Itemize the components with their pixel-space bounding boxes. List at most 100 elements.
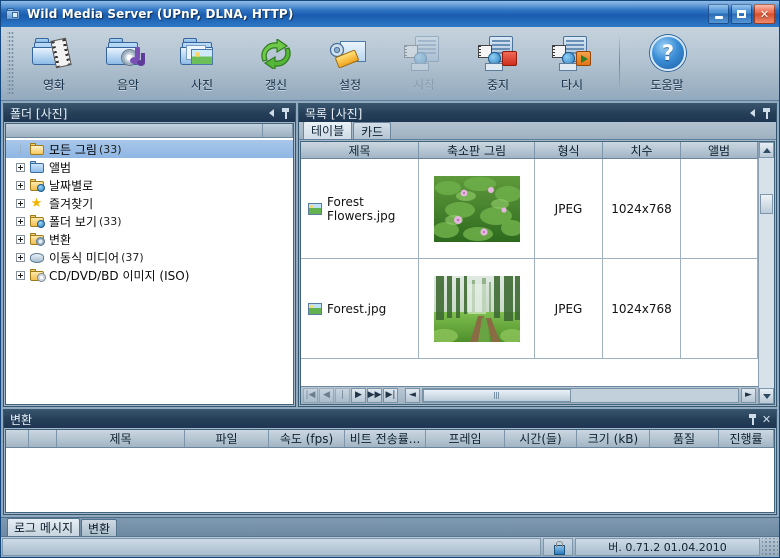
column-header-dimensions[interactable]: 치수 <box>603 142 681 158</box>
last-record-button[interactable]: ▶| <box>383 388 398 403</box>
music-folder-icon <box>105 33 151 75</box>
conv-column-quality[interactable]: 품질 <box>650 430 719 447</box>
vertical-scrollbar[interactable] <box>758 142 774 404</box>
tree-item-albums[interactable]: 앨범 <box>6 158 293 176</box>
scroll-thumb[interactable] <box>760 194 773 214</box>
list-grid: 제목 축소판 그림 형식 치수 앨범 Forest Flowers.jpg JP… <box>301 142 758 404</box>
cell-format[interactable]: JPEG <box>535 159 603 258</box>
close-button[interactable]: ✕ <box>754 4 775 24</box>
collapse-arrow-icon[interactable] <box>746 106 759 120</box>
list-panel-title: 목록 [사진] <box>305 106 363 121</box>
tree-item-folder-view[interactable]: 폴더 보기 (33) <box>6 212 293 230</box>
tree-item-all-pictures[interactable]: 모든 그림 (33) <box>6 140 293 158</box>
toolbar-button-help[interactable]: ? 도움말 <box>630 27 704 100</box>
toolbar-button-music[interactable]: 음악 <box>91 27 165 100</box>
tree-column-1[interactable] <box>6 124 263 137</box>
column-header-title[interactable]: 제목 <box>301 142 419 158</box>
first-record-button[interactable]: |◀ <box>303 388 318 403</box>
conv-column-bitrate[interactable]: 비트 전송률... <box>345 430 426 447</box>
cell-thumbnail[interactable] <box>419 159 535 258</box>
tree-item-removable-media[interactable]: 이동식 미디어 (37) <box>6 248 293 266</box>
collapse-arrow-icon[interactable] <box>265 106 278 120</box>
pin-icon[interactable] <box>746 412 759 426</box>
cell-title[interactable]: Forest.jpg <box>301 259 419 358</box>
resize-grip-icon[interactable] <box>762 538 778 556</box>
pin-icon[interactable] <box>279 106 292 120</box>
tree-column-2[interactable] <box>263 124 293 137</box>
close-icon[interactable]: ✕ <box>760 412 773 426</box>
conv-column-time[interactable]: 시간(들) <box>505 430 577 447</box>
folders-tree[interactable]: 모든 그림 (33) 앨범 날짜별로 ★ 즐겨찾기 폴더 보기 (33) 변환 … <box>6 138 293 404</box>
record-marker[interactable]: | <box>335 388 350 403</box>
toolbar-button-restart[interactable]: 다시 <box>535 27 609 100</box>
column-header-format[interactable]: 형식 <box>535 142 603 158</box>
cell-album[interactable] <box>681 159 758 258</box>
cell-album[interactable] <box>681 259 758 358</box>
expand-icon[interactable] <box>16 162 25 172</box>
tree-item-transcoding[interactable]: 변환 <box>6 230 293 248</box>
tree-column-header <box>6 124 293 138</box>
expand-icon[interactable] <box>16 216 25 226</box>
cell-title[interactable]: Forest Flowers.jpg <box>301 159 419 258</box>
expand-icon[interactable] <box>16 180 25 190</box>
conv-column-file[interactable]: 파일 <box>185 430 269 447</box>
tree-item-disc-images[interactable]: CD/DVD/BD 이미지 (ISO) <box>6 266 293 284</box>
horizontal-scrollbar[interactable] <box>422 388 739 403</box>
title-bar[interactable]: Wild Media Server (UPnP, DLNA, HTTP) ✕ <box>1 1 779 27</box>
toolbar-label: 중지 <box>486 78 510 92</box>
hscroll-right-button[interactable]: ► <box>741 388 756 403</box>
tab-card[interactable]: 카드 <box>353 122 392 139</box>
toolbar-label: 영화 <box>42 78 66 92</box>
tab-table[interactable]: 테이블 <box>303 121 353 139</box>
record-navigator: |◀ ◀ | ▶ ▶▶ ▶| ◄ ► <box>301 386 758 404</box>
scroll-up-button[interactable] <box>759 142 774 158</box>
play-button[interactable]: ▶ <box>351 388 366 403</box>
expand-icon[interactable] <box>16 234 25 244</box>
cell-dimensions[interactable]: 1024x768 <box>603 159 681 258</box>
minimize-button[interactable] <box>708 4 729 24</box>
previous-record-button[interactable]: ◀ <box>319 388 334 403</box>
conv-column-title[interactable]: 제목 <box>57 430 185 447</box>
conv-column-frames[interactable]: 프레임 <box>426 430 505 447</box>
fast-forward-button[interactable]: ▶▶ <box>367 388 382 403</box>
pin-icon[interactable] <box>760 106 773 120</box>
conv-column-status[interactable] <box>29 430 57 447</box>
conv-column-select[interactable] <box>6 430 29 447</box>
conv-column-progress[interactable]: 진행률 <box>719 430 774 447</box>
removable-media-icon <box>29 250 45 264</box>
tree-item-count: (37) <box>121 250 144 264</box>
cell-thumbnail[interactable] <box>419 259 535 358</box>
toolbar-button-stop[interactable]: 중지 <box>461 27 535 100</box>
cell-dimensions[interactable]: 1024x768 <box>603 259 681 358</box>
list-panel: 목록 [사진] 테이블 카드 제목 축소판 그림 형식 치수 앨범 Forest… <box>298 103 777 407</box>
expand-icon[interactable] <box>16 270 25 280</box>
hscroll-left-button[interactable]: ◄ <box>405 388 420 403</box>
tab-log-messages[interactable]: 로그 메시지 <box>7 518 81 536</box>
tab-conversion[interactable]: 변환 <box>81 519 118 536</box>
table-row[interactable]: Forest.jpg JPEG 1024x768 <box>301 259 758 359</box>
toolbar-button-photos[interactable]: 사진 <box>165 27 239 100</box>
column-header-album[interactable]: 앨범 <box>681 142 758 158</box>
column-header-thumbnail[interactable]: 축소판 그림 <box>419 142 535 158</box>
server-lock-icon[interactable] <box>543 538 573 556</box>
toolbar-separator <box>619 37 620 88</box>
toolbar-button-settings[interactable]: 설정 <box>313 27 387 100</box>
tree-item-by-date[interactable]: 날짜별로 <box>6 176 293 194</box>
conversion-rows[interactable] <box>6 448 774 512</box>
toolbar-drag-grip[interactable] <box>7 31 14 96</box>
scroll-down-button[interactable] <box>759 388 774 404</box>
cell-format[interactable]: JPEG <box>535 259 603 358</box>
conv-column-size[interactable]: 크기 (kB) <box>577 430 650 447</box>
tree-item-label: 변환 <box>49 232 72 247</box>
expand-icon[interactable] <box>16 252 25 262</box>
toolbar-button-start[interactable]: 시작 <box>387 27 461 100</box>
toolbar-button-movies[interactable]: 영화 <box>17 27 91 100</box>
scroll-track[interactable] <box>759 158 774 388</box>
expand-icon[interactable] <box>16 198 25 208</box>
tree-item-favorites[interactable]: ★ 즐겨찾기 <box>6 194 293 212</box>
table-row[interactable]: Forest Flowers.jpg JPEG 1024x768 <box>301 159 758 259</box>
hscroll-thumb[interactable] <box>423 389 572 402</box>
maximize-button[interactable] <box>731 4 752 24</box>
toolbar-button-refresh[interactable]: 갱신 <box>239 27 313 100</box>
conv-column-fps[interactable]: 속도 (fps) <box>269 430 345 447</box>
